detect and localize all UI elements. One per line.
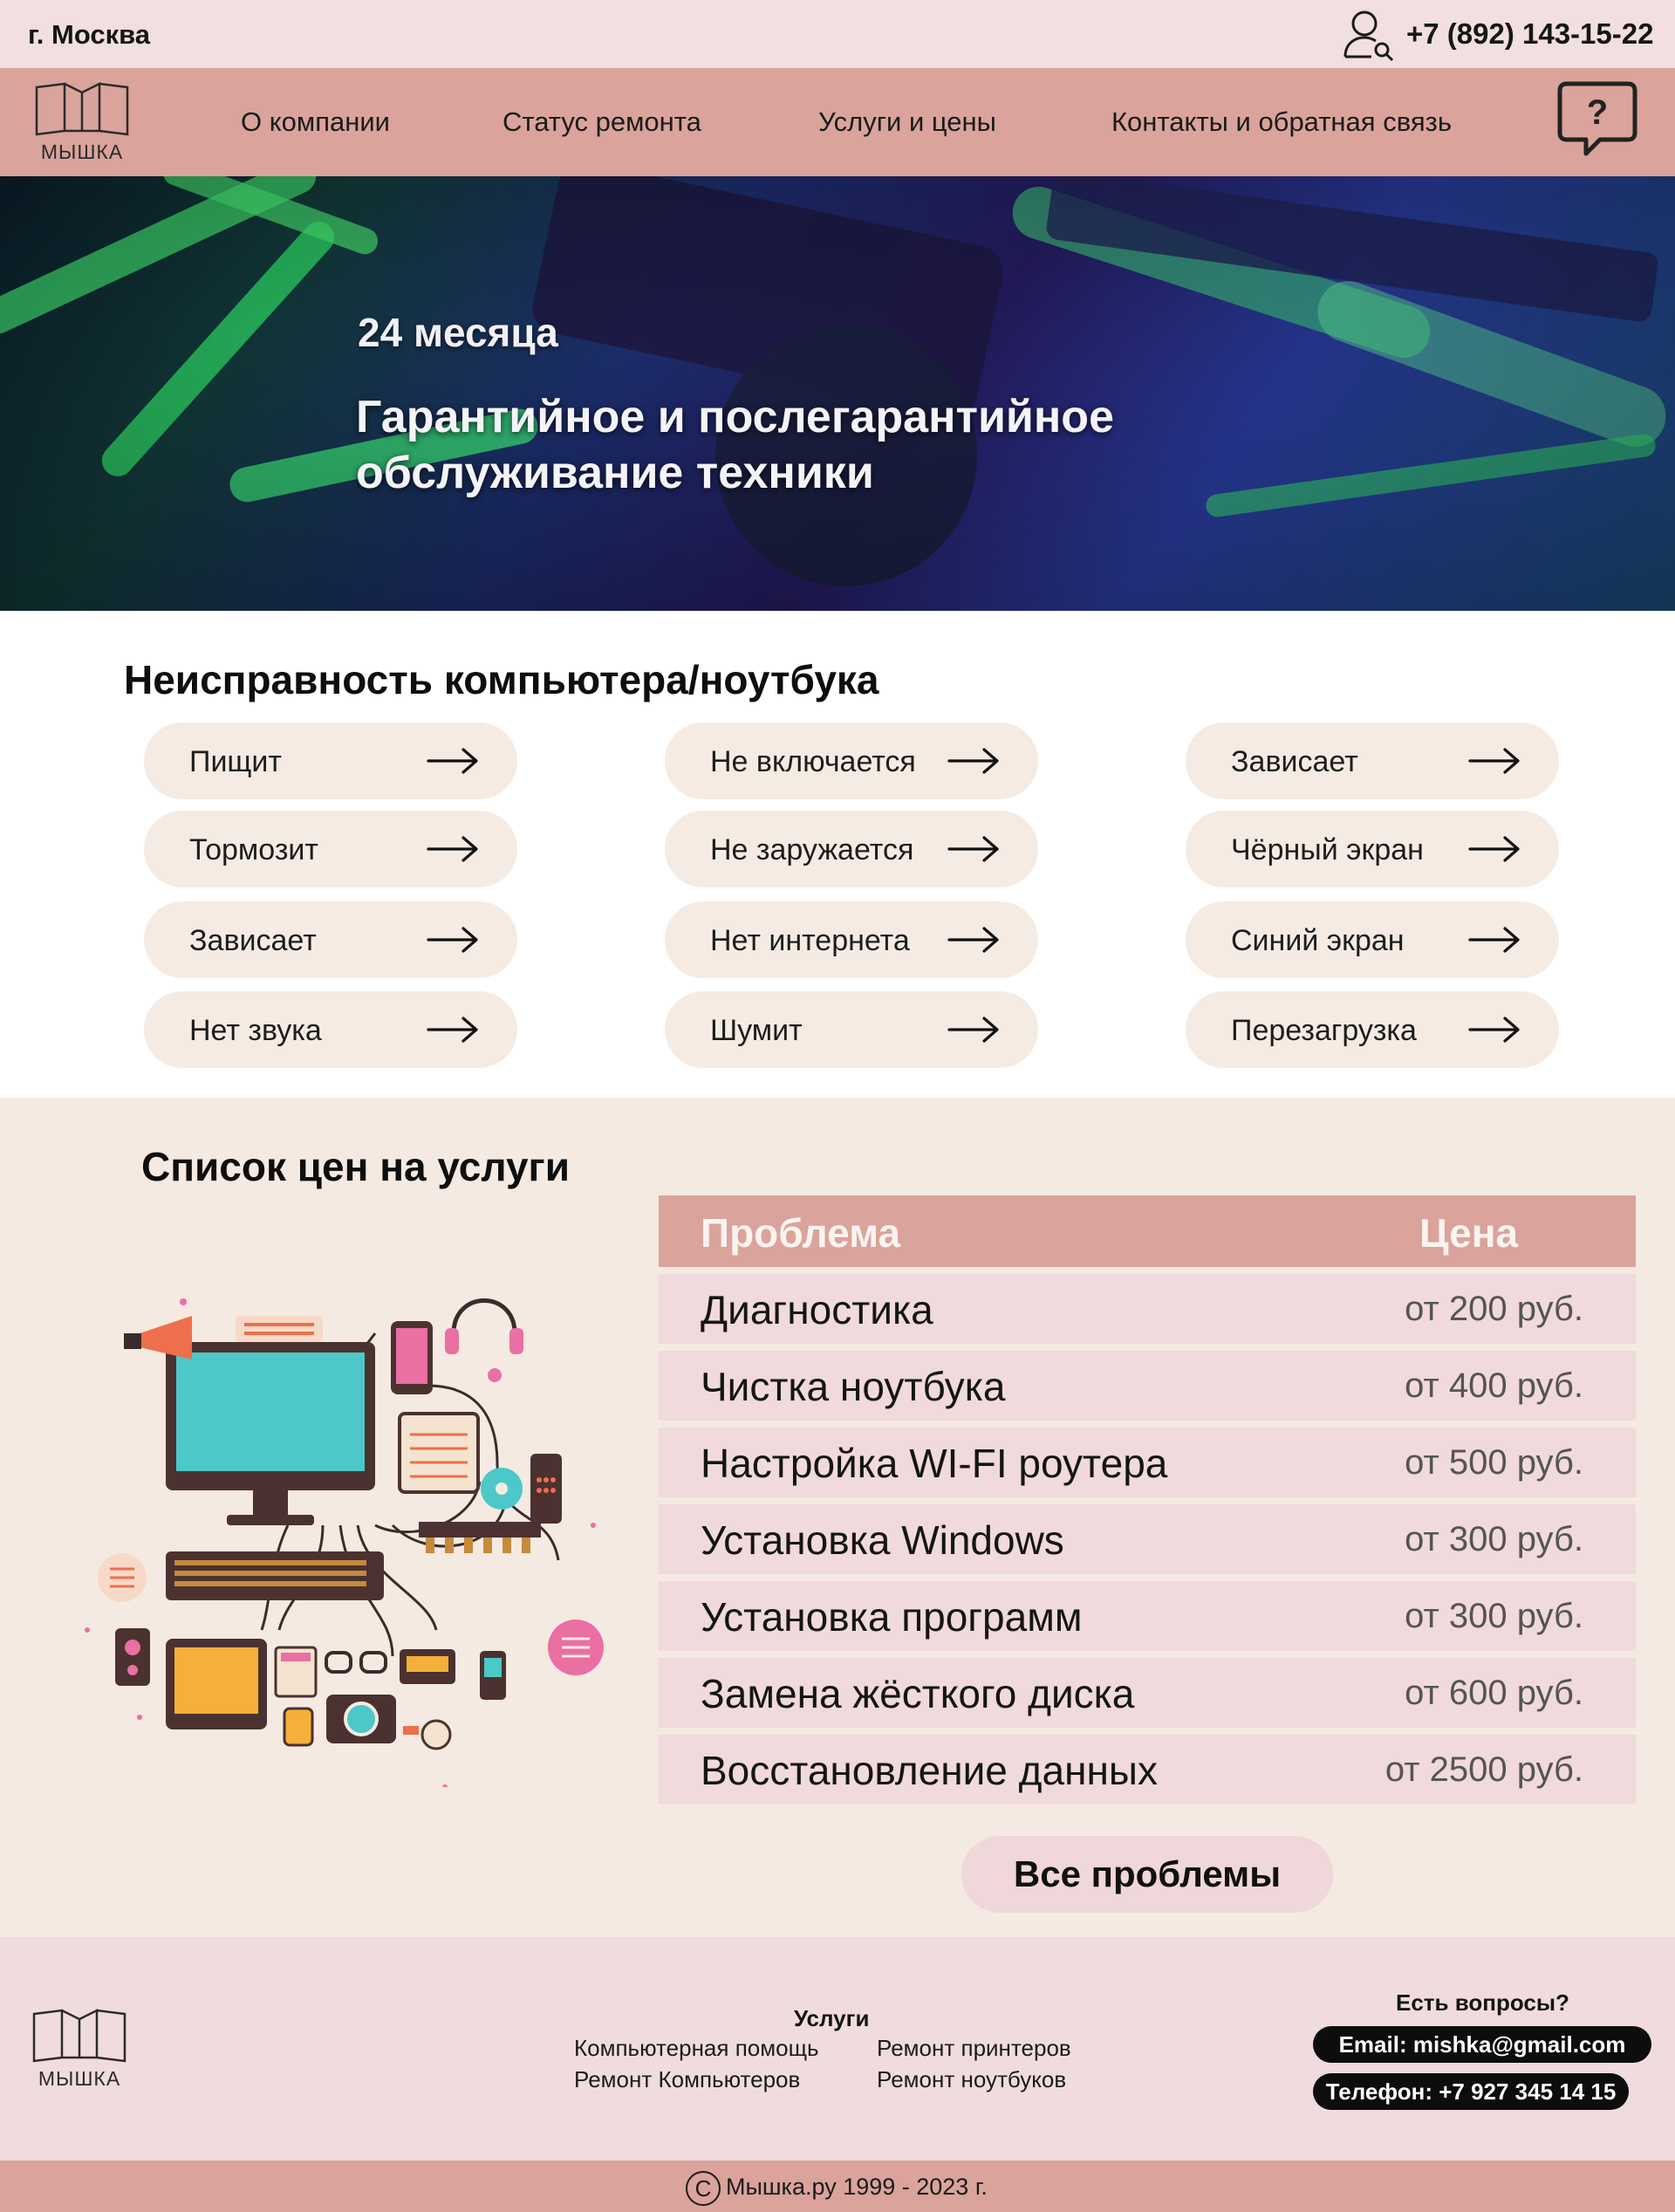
problem-label: Синий экран [1231, 924, 1405, 957]
arrow-right-icon [947, 748, 999, 774]
copyright-bar: C Мышка.ру 1999 - 2023 г. [0, 2161, 1675, 2212]
problem-label: Зависает [189, 924, 317, 957]
arrow-right-icon [947, 836, 999, 862]
problem-label: Перезагрузка [1231, 1014, 1417, 1047]
problem-label: Нет интернета [710, 924, 910, 957]
service-price: от 300 руб. [1405, 1520, 1583, 1558]
footer-link-printer-repair[interactable]: Ремонт принтеров [877, 2035, 1071, 2062]
service-name: Диагностика [701, 1287, 933, 1332]
footer-logo[interactable]: МЫШКА [31, 2007, 128, 2091]
service-name: Настройка WI-FI роутера [701, 1441, 1168, 1486]
problem-pill[interactable]: Не включается [665, 722, 1038, 799]
arrow-right-icon [1468, 748, 1520, 774]
hero-banner: 24 месяца Гарантийное и послегарантийное… [0, 176, 1675, 611]
problem-pill[interactable]: Нет интернета [665, 901, 1038, 978]
service-price: от 300 руб. [1405, 1597, 1583, 1635]
table-row[interactable]: Замена жёсткого диска от 600 руб. [659, 1658, 1636, 1728]
table-row[interactable]: Чистка ноутбука от 400 руб. [659, 1351, 1636, 1421]
question-chat-icon[interactable]: ? [1555, 79, 1640, 159]
problems-title: Неисправность компьютера/ноутбука [124, 657, 879, 702]
hero-subtitle: 24 месяца [358, 310, 558, 355]
all-problems-button[interactable]: Все проблемы [961, 1836, 1333, 1913]
footer-questions-label: Есть вопросы? [1396, 1989, 1569, 2016]
table-row[interactable]: Восстановление данных от 2500 руб. [659, 1735, 1636, 1805]
city-label[interactable]: г. Москва [28, 19, 150, 51]
service-name: Замена жёсткого диска [701, 1671, 1135, 1716]
arrow-right-icon [427, 836, 478, 862]
phone-top[interactable]: +7 (892) 143-15-22 [1406, 17, 1653, 51]
problem-label: Шумит [710, 1014, 803, 1047]
problem-pill[interactable]: Шумит [665, 991, 1038, 1068]
service-name: Чистка ноутбука [701, 1364, 1006, 1409]
problem-label: Тормозит [189, 833, 318, 866]
top-bar: г. Москва +7 (892) 143-15-22 [0, 0, 1675, 68]
service-price: от 500 руб. [1405, 1443, 1583, 1482]
service-price: от 200 руб. [1405, 1290, 1583, 1328]
arrow-right-icon [947, 1017, 999, 1043]
table-row[interactable]: Диагностика от 200 руб. [659, 1274, 1636, 1344]
footer-link-computer-help[interactable]: Компьютерная помощь [574, 2035, 819, 2062]
problem-label: Не заружается [710, 833, 914, 866]
arrow-right-icon [427, 748, 478, 774]
problem-label: Зависает [1231, 745, 1358, 778]
nav-repair-status[interactable]: Статус ремонта [502, 106, 701, 138]
table-row[interactable]: Установка Windows от 300 руб. [659, 1504, 1636, 1574]
table-row[interactable]: Настройка WI-FI роутера от 500 руб. [659, 1428, 1636, 1497]
logo-icon [35, 81, 129, 136]
problem-label: Пищит [189, 745, 282, 778]
footer-email[interactable]: Email: mishka@gmail.com [1313, 2026, 1651, 2063]
problem-pill[interactable]: Чёрный экран [1186, 811, 1559, 887]
service-name: Установка Windows [701, 1517, 1064, 1563]
logo-text: МЫШКА [40, 140, 124, 163]
table-row[interactable]: Установка программ от 300 руб. [659, 1581, 1636, 1651]
user-search-icon[interactable] [1340, 6, 1398, 64]
problem-pill[interactable]: Нет звука [144, 991, 517, 1068]
service-price: от 2500 руб. [1384, 1750, 1583, 1789]
nav-contacts[interactable]: Контакты и обратная связь [1111, 106, 1452, 138]
footer-phone[interactable]: Телефон: +7 927 345 14 15 [1313, 2073, 1629, 2110]
hero-title: Гарантийное и послегарантийное обслужива… [356, 392, 1114, 498]
problem-label: Нет звука [189, 1014, 322, 1047]
problem-pill[interactable]: Не заружается [665, 811, 1038, 887]
svg-text:?: ? [1587, 93, 1608, 132]
tech-devices-illustration [85, 1298, 604, 1787]
logo[interactable]: МЫШКА [33, 80, 131, 164]
logo-icon [32, 2008, 126, 2063]
problem-label: Чёрный экран [1231, 833, 1424, 866]
footer-link-laptop-repair[interactable]: Ремонт ноутбуков [877, 2066, 1066, 2093]
service-name: Установка программ [701, 1594, 1083, 1640]
arrow-right-icon [427, 927, 478, 953]
problem-pill[interactable]: Тормозит [144, 811, 517, 887]
arrow-right-icon [1468, 836, 1520, 862]
footer-logo-text: МЫШКА [38, 2067, 121, 2090]
problem-pill[interactable]: Пищит [144, 722, 517, 799]
problem-label: Не включается [710, 745, 916, 778]
service-price: от 400 руб. [1405, 1366, 1583, 1405]
problem-pill[interactable]: Зависает [1186, 722, 1559, 799]
prices-title: Список цен на услуги [141, 1144, 570, 1189]
copyright-icon: C [686, 2171, 721, 2206]
price-table: Проблема Цена Диагностика от 200 руб. Чи… [659, 1195, 1636, 1805]
arrow-right-icon [1468, 1017, 1520, 1043]
arrow-right-icon [427, 1017, 478, 1043]
header-price: Цена [1419, 1210, 1519, 1256]
header-problem: Проблема [701, 1210, 901, 1256]
main-nav: МЫШКА О компании Статус ремонта Услуги и… [0, 68, 1675, 176]
nav-services-prices[interactable]: Услуги и цены [818, 106, 996, 138]
price-table-header: Проблема Цена [659, 1195, 1636, 1267]
service-name: Восстановление данных [701, 1748, 1158, 1793]
copyright-text: Мышка.ру 1999 - 2023 г. [726, 2174, 988, 2201]
problem-pill[interactable]: Перезагрузка [1186, 991, 1559, 1068]
footer: МЫШКА Услуги Компьютерная помощь Ремонт … [0, 1937, 1675, 2161]
copyright: C Мышка.ру 1999 - 2023 г. [686, 2171, 988, 2206]
arrow-right-icon [947, 927, 999, 953]
arrow-right-icon [1468, 927, 1520, 953]
problem-pill[interactable]: Синий экран [1186, 901, 1559, 978]
problem-pill[interactable]: Зависает [144, 901, 517, 978]
nav-about[interactable]: О компании [241, 106, 390, 138]
footer-services-title: Услуги [794, 2005, 870, 2031]
footer-link-computer-repair[interactable]: Ремонт Компьютеров [574, 2066, 800, 2093]
service-price: от 600 руб. [1405, 1674, 1583, 1712]
prices-section: Список цен на услуги Проблема Цена Диагн… [0, 1098, 1675, 1937]
